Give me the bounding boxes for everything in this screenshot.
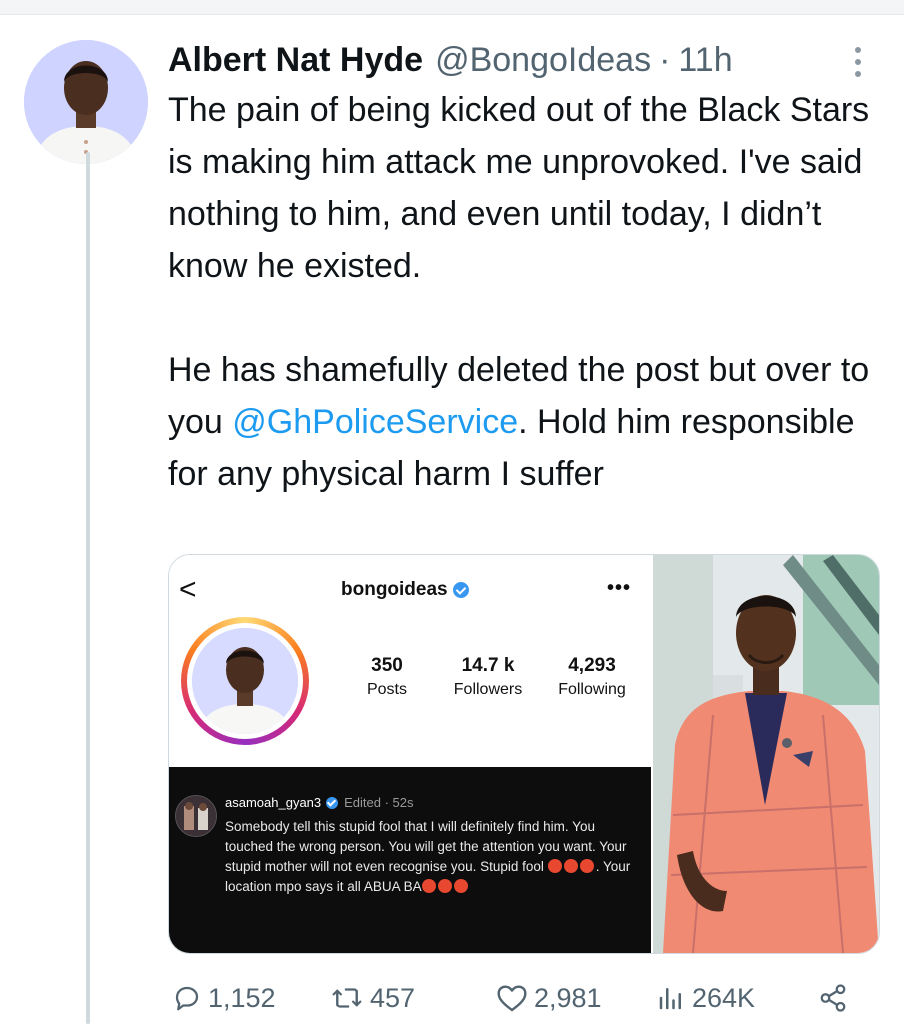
back-icon: < [179, 573, 197, 606]
comment-header: asamoah_gyan3 Edited · 52s [225, 795, 414, 810]
thread-line [86, 152, 90, 1024]
posts-label: Posts [366, 681, 407, 698]
tweet-paragraph-1: The pain of being kicked out of the Blac… [168, 91, 870, 285]
views-icon [659, 988, 681, 1010]
reply-icon [175, 986, 199, 1011]
reply-button[interactable]: 1,152 [172, 972, 276, 1024]
author-handle[interactable]: @BongoIdeas [435, 41, 651, 80]
instagram-username-text: bongoideas [341, 579, 448, 600]
tweet-actions: 1,152 457 2,981 264K [0, 972, 904, 1024]
timestamp[interactable]: 11h [678, 41, 732, 80]
retweet-count: 457 [370, 982, 416, 1013]
reply-count: 1,152 [208, 982, 276, 1013]
tweet-text: The pain of being kicked out of the Blac… [168, 84, 888, 500]
instagram-comment: asamoah_gyan3 Edited · 52s Somebody tell… [169, 767, 651, 953]
angry-emoji-icon [547, 859, 562, 873]
followers-count: 14.7 k [461, 655, 515, 676]
man-in-pink-suit-photo [653, 555, 879, 953]
commenter-verified-icon [326, 796, 339, 809]
mention-link[interactable]: @GhPoliceService [232, 403, 518, 441]
tweet-paragraph-2: He has shamefully deleted the post but o… [168, 344, 888, 500]
top-divider [0, 0, 904, 15]
posts-count: 350 [371, 655, 403, 676]
more-icon[interactable] [846, 42, 870, 82]
instagram-profile-picture [192, 628, 298, 734]
views-button[interactable]: 264K [656, 972, 755, 1024]
following-stat: 4,293 Following [547, 655, 637, 699]
share-button[interactable] [818, 972, 854, 1024]
verified-icon [452, 582, 469, 598]
angry-emoji-icon [453, 879, 468, 893]
posts-stat: 350 Posts [357, 655, 417, 699]
followers-stat: 14.7 k Followers [443, 655, 533, 699]
retweet-button[interactable]: 457 [330, 972, 415, 1024]
like-icon [497, 985, 527, 1012]
angry-emoji-icon [421, 879, 436, 893]
instagram-screenshot: < bongoideas ••• 350 Posts 14.7 k Follow… [169, 555, 651, 953]
tweet-media[interactable]: < bongoideas ••• 350 Posts 14.7 k Follow… [168, 554, 880, 954]
retweet-icon [332, 988, 362, 1008]
author-avatar[interactable] [24, 40, 148, 164]
instagram-username: bongoideas [341, 579, 469, 601]
commenter-username: asamoah_gyan3 [225, 795, 322, 810]
angry-emoji-icon [563, 859, 578, 873]
instagram-more-icon: ••• [607, 577, 632, 599]
followers-label: Followers [453, 681, 523, 698]
like-button[interactable]: 2,981 [496, 972, 602, 1024]
separator: · [659, 40, 671, 79]
tweet-header: Albert Nat Hyde @BongoIdeas · 11h [168, 36, 858, 84]
views-count: 264K [692, 982, 756, 1013]
commenter-avatar [175, 795, 217, 837]
comment-meta: Edited · 52s [344, 795, 414, 810]
following-count: 4,293 [568, 655, 616, 676]
angry-emoji-icon [437, 879, 452, 893]
share-icon [820, 984, 846, 1012]
story-ring [181, 617, 309, 745]
author-name[interactable]: Albert Nat Hyde [168, 41, 423, 80]
instagram-profile-header: < bongoideas ••• 350 Posts 14.7 k Follow… [169, 555, 651, 765]
following-label: Following [558, 681, 626, 698]
like-count: 2,981 [534, 982, 602, 1013]
angry-emoji-icon [579, 859, 594, 873]
comment-text: Somebody tell this stupid fool that I wi… [225, 817, 641, 897]
